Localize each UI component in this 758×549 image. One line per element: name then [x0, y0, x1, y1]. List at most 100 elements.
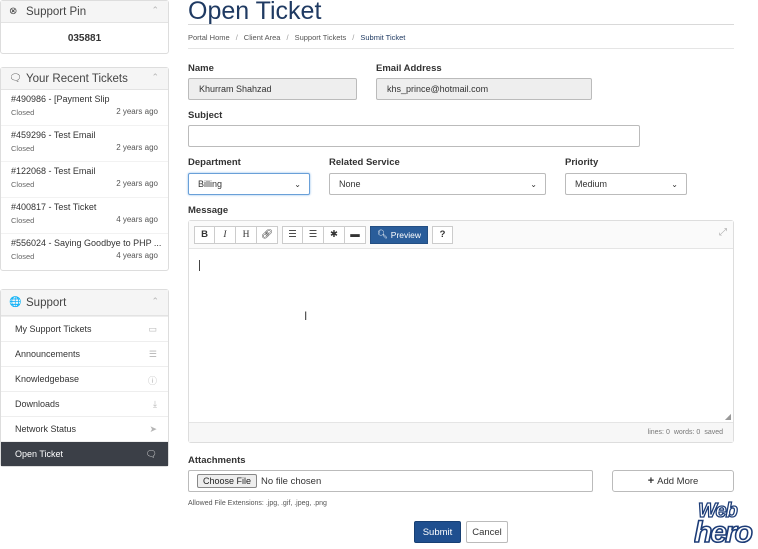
related-service-label: Related Service: [329, 157, 400, 168]
search-icon: 🔍︎: [377, 229, 388, 239]
lines-count: lines: 0: [647, 429, 670, 436]
subject-input[interactable]: [188, 125, 640, 147]
recent-tickets-header[interactable]: 🗨 Your Recent Tickets ⌃: [1, 68, 168, 90]
sidebar-item-label: Network Status: [15, 424, 77, 434]
ticket-age: 2 years ago: [116, 143, 158, 152]
sidebar-item-label: My Support Tickets: [15, 324, 92, 334]
priority-select[interactable]: Medium ⌄: [565, 173, 687, 195]
sidebar-item-label: Knowledgebase: [15, 374, 80, 384]
sidebar-item-network-status[interactable]: Network Status ➤: [1, 416, 168, 441]
asterisk-button[interactable]: ✱: [324, 225, 345, 244]
ibeam-cursor-icon: I: [304, 309, 308, 323]
sidebar-item-downloads[interactable]: Downloads ⤓: [1, 391, 168, 416]
ticket-title: #400817 - Test Ticket: [11, 202, 97, 212]
preview-label: Preview: [390, 229, 422, 240]
file-input[interactable]: Choose File No file chosen: [188, 470, 593, 492]
breadcrumb-support-tickets[interactable]: Support Tickets: [295, 33, 347, 42]
support-pin-title: Support Pin: [26, 5, 87, 18]
words-count: words: 0: [673, 429, 701, 436]
comment-icon: ▬: [350, 229, 360, 240]
globe-icon: 🌐: [9, 297, 22, 308]
submit-button[interactable]: Submit: [414, 521, 461, 543]
choose-file-button[interactable]: Choose File: [197, 474, 258, 488]
message-label: Message: [188, 205, 229, 216]
ticket-icon: ▭: [148, 324, 157, 334]
chevron-up-icon[interactable]: ⌃: [151, 296, 159, 307]
recent-ticket-item[interactable]: #556024 - Saying Goodbye to PHP ... Clos…: [1, 234, 168, 270]
support-pin-value: 035881: [67, 33, 102, 44]
logo-line-2: hero: [694, 515, 754, 549]
attachments-label: Attachments: [188, 455, 246, 466]
breadcrumb-separator: /: [235, 33, 238, 42]
email-field[interactable]: khs_prince@hotmail.com: [376, 78, 592, 100]
add-more-button[interactable]: + Add More: [612, 470, 734, 492]
recent-ticket-item[interactable]: #122068 - Test Email Closed 2 years ago: [1, 162, 168, 198]
name-label: Name: [188, 63, 214, 74]
department-select[interactable]: Billing ⌄: [188, 173, 310, 195]
main-content: Open Ticket Portal Home / Client Area / …: [188, 0, 734, 543]
chevron-down-icon: ⌄: [294, 179, 301, 189]
chevron-up-icon[interactable]: ⌃: [151, 72, 159, 83]
expand-icon[interactable]: ⤢: [719, 227, 727, 238]
name-field[interactable]: Khurram Shahzad: [188, 78, 357, 100]
italic-button[interactable]: I: [215, 225, 236, 244]
email-label: Email Address: [376, 63, 442, 74]
resize-handle-icon[interactable]: ◢: [725, 412, 731, 421]
breadcrumb-client-area[interactable]: Client Area: [244, 33, 281, 42]
message-textarea[interactable]: I ◢: [189, 249, 733, 422]
support-pin-header[interactable]: ⊗ Support Pin ⌃: [1, 1, 168, 23]
text-cursor: [199, 260, 200, 271]
bullet-list-button[interactable]: ☰: [282, 225, 303, 244]
chevron-up-icon[interactable]: ⌃: [151, 5, 159, 16]
priority-label: Priority: [565, 157, 599, 168]
link-icon: 🔗︎: [260, 229, 274, 240]
editor-toolbar: B I H 🔗︎ ☰ ☰ ✱ ▬ 🔍︎ Preview ? ⤢: [189, 221, 733, 249]
breadcrumb-separator: /: [352, 33, 355, 42]
preview-button[interactable]: 🔍︎ Preview: [370, 225, 429, 244]
bullet-list-icon: ☰: [288, 229, 297, 240]
support-panel: 🌐 Support ⌃ My Support Tickets ▭ Announc…: [0, 289, 169, 467]
breadcrumb-portal-home[interactable]: Portal Home: [188, 33, 230, 42]
link-button[interactable]: 🔗︎: [257, 225, 278, 244]
related-service-select[interactable]: None ⌄: [329, 173, 546, 195]
sidebar-item-label: Announcements: [15, 349, 81, 359]
sidebar-item-label: Open Ticket: [15, 449, 64, 459]
rocket-icon: ➤: [149, 424, 157, 434]
breadcrumb-divider: [188, 48, 734, 49]
sidebar-item-announcements[interactable]: Announcements ☰: [1, 341, 168, 366]
subject-label: Subject: [188, 110, 223, 121]
question-icon: ?: [439, 229, 446, 240]
allowed-extensions: Allowed File Extensions: .jpg, .gif, .jp…: [188, 500, 327, 507]
comments-icon: 🗨: [145, 449, 157, 459]
download-icon: ⤓: [153, 399, 157, 409]
comment-button[interactable]: ▬: [345, 225, 366, 244]
numbered-list-button[interactable]: ☰: [303, 225, 324, 244]
recent-ticket-item[interactable]: #459296 - Test Email Closed 2 years ago: [1, 126, 168, 162]
times-circle-icon: ⊗: [9, 6, 18, 17]
sidebar-item-open-ticket[interactable]: Open Ticket 🗨: [1, 441, 168, 466]
support-header[interactable]: 🌐 Support ⌃: [1, 290, 168, 316]
ticket-title: #459296 - Test Email: [11, 130, 96, 140]
help-button[interactable]: ?: [432, 225, 454, 244]
recent-ticket-item[interactable]: #490986 - [Payment Slip Closed 2 years a…: [1, 90, 168, 126]
info-circle-icon: ⓘ: [147, 376, 157, 386]
cancel-button[interactable]: Cancel: [466, 521, 508, 543]
ticket-title: #122068 - Test Email: [11, 166, 96, 176]
recent-tickets-title: Your Recent Tickets: [26, 72, 128, 85]
department-value: Billing: [198, 179, 223, 189]
ticket-age: 2 years ago: [116, 107, 158, 116]
priority-value: Medium: [575, 179, 608, 189]
add-more-label: Add More: [657, 475, 699, 487]
sidebar-item-my-support-tickets[interactable]: My Support Tickets ▭: [1, 316, 168, 341]
chevron-down-icon: ⌄: [530, 179, 537, 189]
support-pin-panel: ⊗ Support Pin ⌃ 035881: [0, 0, 169, 54]
recent-ticket-item[interactable]: #400817 - Test Ticket Closed 4 years ago: [1, 198, 168, 234]
bold-button[interactable]: B: [194, 225, 215, 244]
breadcrumb-separator: /: [286, 33, 289, 42]
ticket-age: 2 years ago: [116, 179, 158, 188]
chevron-down-icon: ⌄: [671, 179, 678, 189]
sidebar-item-knowledgebase[interactable]: Knowledgebase ⓘ: [1, 366, 168, 391]
support-title: Support: [26, 296, 67, 309]
heading-button[interactable]: H: [236, 225, 257, 244]
no-file-text: No file chosen: [261, 475, 322, 487]
